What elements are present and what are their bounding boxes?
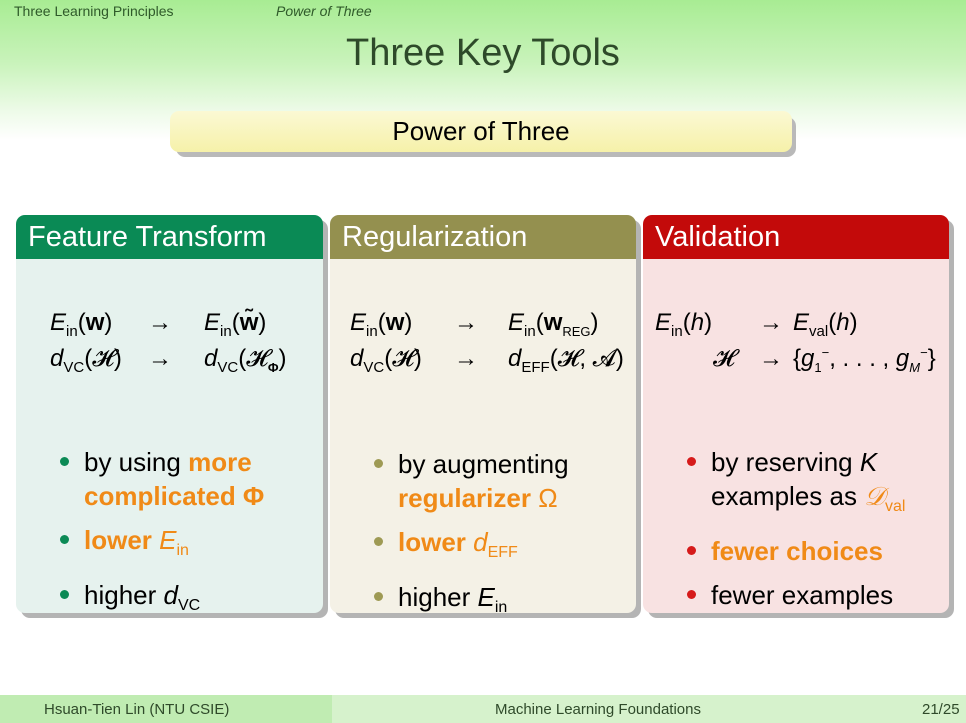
formula-arrow: → xyxy=(454,345,478,372)
bullet-icon xyxy=(60,535,69,544)
nav-section[interactable]: Three Learning Principles xyxy=(14,3,174,19)
formula-right: dVC(𝓗Φ) xyxy=(204,345,287,376)
list-item: fewer examples xyxy=(643,578,949,612)
footer-right-band: Machine Learning Foundations 21/25 xyxy=(332,695,966,723)
footer-author: Hsuan-Tien Lin (NTU CSIE) xyxy=(44,701,230,718)
panel-title: Regularization xyxy=(330,215,636,259)
formula-right: dEFF(𝓗, 𝓐) xyxy=(508,345,624,376)
footer-course: Machine Learning Foundations xyxy=(495,701,701,718)
formula-left: Ein(h) xyxy=(655,309,713,340)
slide-title: Three Key Tools xyxy=(346,32,620,74)
formula-left: Ein(w) xyxy=(50,309,113,340)
formula-right: Ein(wREG) xyxy=(508,309,599,340)
bullet-icon xyxy=(687,590,696,600)
list-item: lower dEFF xyxy=(330,525,636,570)
bullet-list: by augmenting regularizer Ω lower dEFF hi… xyxy=(330,447,636,613)
list-item: higher Ein xyxy=(330,580,636,613)
bullet-icon xyxy=(60,457,69,466)
panel-title: Validation xyxy=(643,215,949,259)
formula-arrow: → xyxy=(759,345,783,372)
formula-left: 𝓗 xyxy=(713,345,735,372)
formula-right: {g1−, . . . , gM−} xyxy=(793,345,936,375)
formula-arrow: → xyxy=(148,345,172,372)
formula-right: Ein(w̃) xyxy=(204,309,267,340)
formula-arrow: → xyxy=(148,309,172,336)
bullet-icon xyxy=(687,546,696,556)
bullet-list: by using more complicated Φ lower Ein hig… xyxy=(16,445,323,613)
bullet-icon xyxy=(374,537,383,546)
panel-validation: Validation Ein(h) → Eval(h) 𝓗 → {g1−, . … xyxy=(643,215,954,618)
list-item: by using more complicated Φ xyxy=(16,445,323,513)
formula-left: Ein(w) xyxy=(350,309,413,340)
footer: Hsuan-Tien Lin (NTU CSIE) Machine Learni… xyxy=(0,695,966,723)
banner: Power of Three xyxy=(170,111,792,152)
nav-subsection[interactable]: Power of Three xyxy=(276,3,372,19)
footer-left-band: Hsuan-Tien Lin (NTU CSIE) xyxy=(0,695,332,723)
list-item: by reserving Kexamples as 𝒟val xyxy=(643,445,949,524)
bullet-icon xyxy=(374,459,383,468)
bullet-icon xyxy=(374,592,383,602)
bullet-icon xyxy=(687,457,696,466)
list-item: higher dVC xyxy=(16,578,323,613)
formula-right: Eval(h) xyxy=(793,309,858,340)
footer-page-number: 21/25 xyxy=(922,701,960,718)
panel-regularization: Regularization Ein(w) → Ein(wREG) dVC(𝓗)… xyxy=(330,215,641,618)
bullet-icon xyxy=(60,590,69,600)
panel-title: Feature Transform xyxy=(16,215,323,259)
formula-arrow: → xyxy=(454,309,478,336)
list-item: fewer choices xyxy=(643,534,949,568)
formula-arrow: → xyxy=(759,309,783,336)
bullet-list: by reserving Kexamples as 𝒟val fewer cho… xyxy=(643,445,949,613)
list-item: lower Ein xyxy=(16,523,323,568)
formula-left: dVC(𝓗) xyxy=(350,345,422,376)
list-item: by augmenting regularizer Ω xyxy=(330,447,636,515)
formula-left: dVC(𝓗) xyxy=(50,345,122,376)
panel-feature-transform: Feature Transform Ein(w) → Ein(w̃) dVC(𝓗… xyxy=(16,215,328,618)
